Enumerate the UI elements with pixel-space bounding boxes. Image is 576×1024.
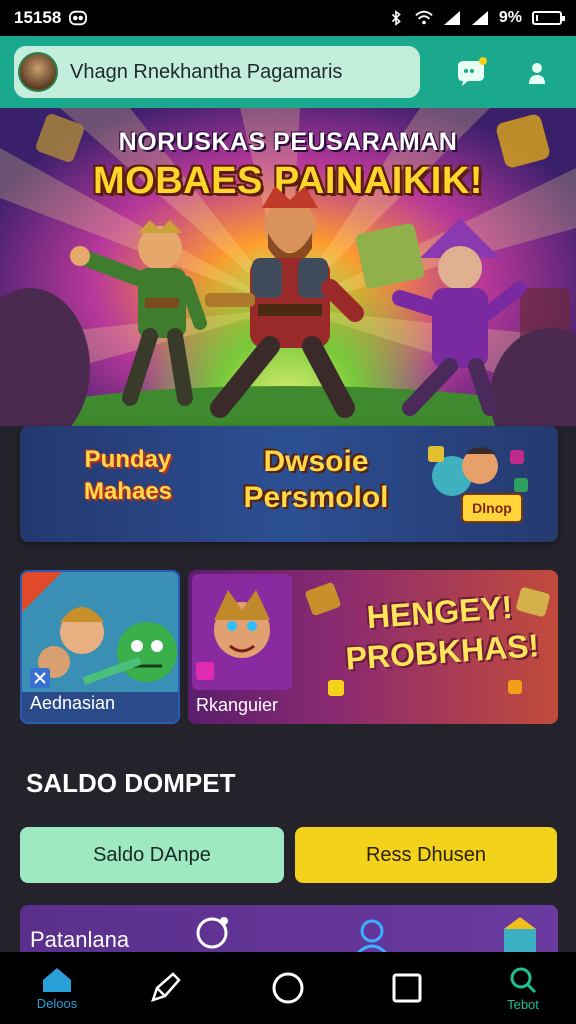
square-recents-icon	[392, 973, 422, 1003]
card2-label: Rkanguier	[196, 695, 279, 715]
nav-home-label: Deloos	[36, 995, 78, 1011]
battery-icon	[532, 11, 565, 25]
search-icon	[510, 967, 537, 993]
promo-badge: Dlnop	[472, 500, 512, 516]
red-warrior-figure	[205, 186, 364, 418]
game-card-1[interactable]: Aednasian	[20, 570, 180, 724]
app-header: Vhagn Rnekhantha Pagamaris	[0, 36, 576, 108]
close-icon[interactable]	[32, 670, 48, 686]
status-time: 15158	[14, 8, 62, 27]
bottom-nav-bar: Deloos Tebot	[0, 952, 576, 1024]
promo-banner[interactable]: Punday Mahaes Dwsoie Persmolol Dlnop	[20, 426, 558, 542]
user-icon[interactable]	[520, 56, 554, 90]
chat-bubble-icon[interactable]	[190, 913, 234, 957]
card1-label: Aednasian	[30, 693, 116, 713]
search-bar[interactable]: Vhagn Rnekhantha Pagamaris	[14, 46, 420, 98]
search-text: Vhagn Rnekhantha Pagamaris	[70, 60, 343, 83]
pen-icon	[151, 972, 181, 1002]
bluetooth-icon	[391, 10, 401, 26]
saldo-button[interactable]: Saldo DAnpe	[20, 827, 284, 883]
promo-left-text: Punday Mahaes	[83, 446, 173, 505]
battery-percent: 9%	[498, 9, 522, 26]
ress-button[interactable]: Ress Dhusen	[295, 827, 557, 883]
nav-search[interactable]: Tebot	[488, 952, 558, 1024]
hero-characters	[70, 186, 527, 418]
promo-characters-art: Dlnop	[428, 446, 528, 523]
purple-wizard-figure	[355, 218, 527, 416]
promo-middle-text: Dwsoie Persmolol	[243, 445, 389, 514]
card2-promo-text: HENGEY! PROBKHAS!	[344, 589, 541, 677]
notification-icon	[69, 10, 88, 26]
nav-search-label: Tebot	[507, 996, 539, 1012]
wallet-title: SALDO DOMPET	[26, 768, 236, 798]
green-warrior-figure	[70, 220, 207, 406]
robot-icon[interactable]	[350, 913, 394, 957]
circle-home-icon	[272, 972, 304, 1004]
chat-icon[interactable]	[454, 56, 488, 90]
avatar[interactable]	[18, 52, 58, 92]
nav-home[interactable]: Deloos	[22, 952, 92, 1024]
signal-icon-2	[471, 11, 488, 25]
game-card-2[interactable]: HENGEY! PROBKHAS! Rkanguier	[188, 570, 558, 724]
signal-icon	[443, 11, 460, 25]
nav-home-button[interactable]	[263, 952, 313, 1024]
status-bar: 15158 9%	[0, 0, 576, 36]
nav-recents[interactable]	[382, 952, 432, 1024]
home-icon	[43, 967, 71, 992]
bottom-card-label: Patanlana	[30, 927, 130, 952]
gift-icon[interactable]	[498, 913, 542, 957]
nav-edit[interactable]	[140, 952, 190, 1024]
wifi-icon	[415, 10, 433, 25]
hero-banner[interactable]: NORUSKAS PEUSARAMAN MOBAES PAINAIKIK!	[0, 108, 576, 426]
